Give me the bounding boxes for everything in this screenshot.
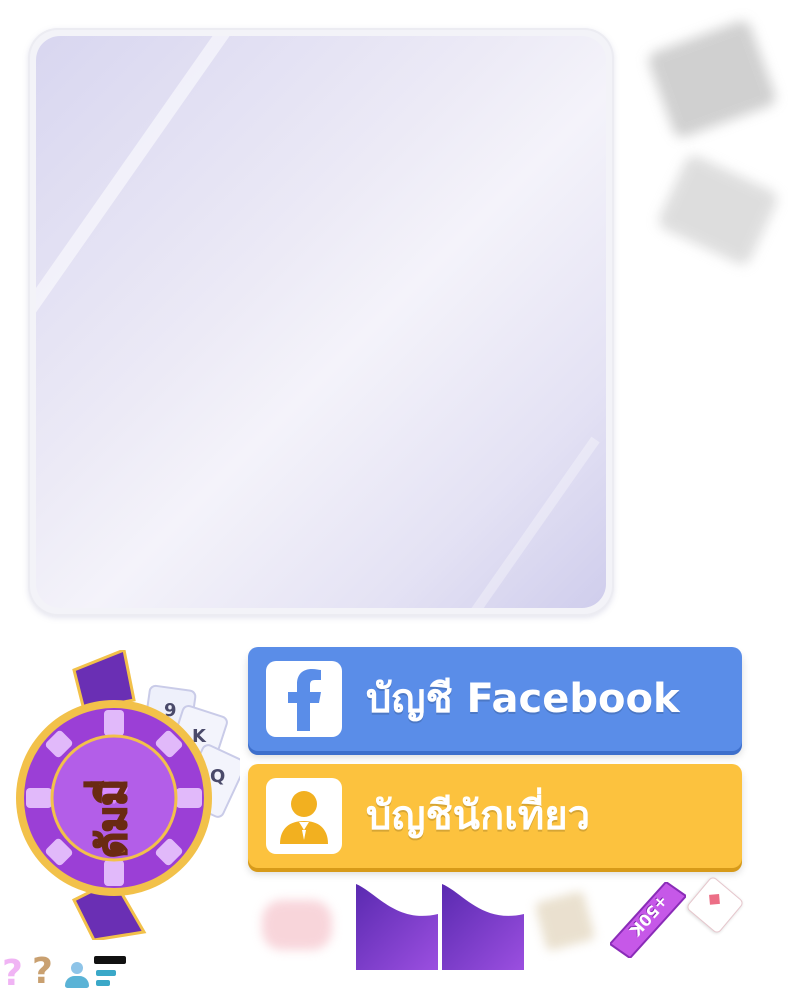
facebook-login-button[interactable]: บัญชี Facebook [248,647,742,751]
guest-user-icon [266,778,342,854]
logo-card-q: Q [210,766,225,787]
blurred-card-sprite [645,18,779,140]
blurred-card-sprite [534,890,596,952]
blurred-card-sprite [655,152,781,268]
content-panel [28,28,614,616]
purple-wave-tile [442,884,524,970]
game-logo: 9 K Q ดัมมี่ [14,647,246,942]
user-sprite-icon [64,962,90,992]
question-mark-icon: ? [32,951,53,992]
diamond-card-sprite [685,875,745,935]
diamond-icon [709,893,720,905]
guest-login-button[interactable]: บัญชีนักเที่ยว [248,764,742,868]
bonus-badge: +50K [608,880,688,960]
facebook-login-label: บัญชี Facebook [366,676,680,722]
logo-text: ดัมมี่ [84,779,136,858]
logo-emblem-icon: 9 K Q ดัมมี่ [16,647,246,942]
guest-login-label: บัญชีนักเที่ยว [366,793,591,839]
question-mark-icon: ? [2,953,23,994]
blurred-sprite [262,900,332,950]
panel-glare [442,436,600,608]
content-panel-inner [36,36,606,608]
facebook-icon [266,661,342,737]
panel-glare [36,36,232,328]
purple-wave-tile [356,884,438,970]
bar-sprite-icon [94,956,126,990]
